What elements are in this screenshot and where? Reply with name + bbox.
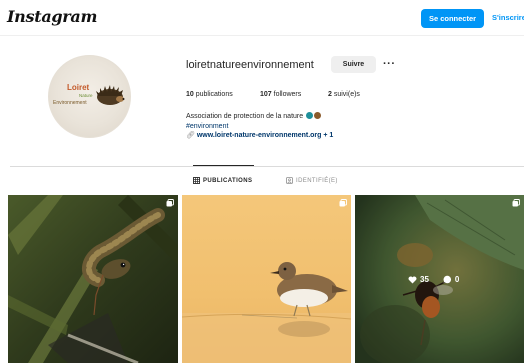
hedgehog-emoji-icon — [314, 112, 322, 119]
snake-photo — [8, 195, 178, 363]
avatar-logo-text-1: Loiret — [67, 83, 90, 92]
heart-icon — [408, 275, 417, 283]
sandpiper-photo — [182, 195, 351, 363]
bio-hashtag[interactable]: #environment — [186, 122, 333, 132]
more-options-icon[interactable]: ··· — [383, 58, 396, 70]
follow-button[interactable]: Suivre — [331, 56, 376, 73]
profile-bio: Association de protection de la nature #… — [186, 112, 333, 141]
instagram-logo[interactable]: Instagram — [7, 7, 97, 26]
link-icon: 🔗︎ — [186, 132, 195, 139]
tab-publications-label: PUBLICATIONS — [203, 177, 253, 184]
multiple-images-icon — [339, 199, 347, 207]
comment-icon — [443, 275, 451, 284]
multiple-images-icon — [512, 199, 520, 207]
bio-link[interactable]: www.loiret-nature-environnement.org — [197, 132, 322, 139]
likes-stat: 35 — [408, 275, 429, 284]
profile-avatar[interactable]: Loiret Nature Environnement — [48, 55, 131, 138]
stat-following-label: suivi(e)s — [333, 91, 360, 98]
multiple-images-icon — [166, 199, 174, 207]
active-tab-indicator — [193, 165, 254, 166]
stat-publications: 10 publications — [186, 91, 233, 98]
tab-tagged[interactable]: IDENTIFIÉ(E) — [286, 177, 338, 184]
stat-publications-label: publications — [195, 91, 233, 98]
avatar-logo-text-3: Environnement — [53, 100, 87, 106]
grid-icon — [193, 177, 200, 184]
stat-followers-count: 107 — [260, 91, 272, 98]
tab-tagged-label: IDENTIFIÉ(E) — [296, 177, 338, 184]
bio-line: Association de protection de la nature — [186, 112, 333, 122]
profile-username: loiretnatureenvironnement — [186, 59, 314, 71]
comments-stat: 0 — [443, 275, 459, 284]
tagged-user-icon — [286, 177, 293, 184]
top-bar: Instagram Se connecter S'inscrire — [0, 0, 524, 36]
login-button[interactable]: Se connecter — [421, 9, 484, 28]
post-thumbnail-sandpiper[interactable] — [182, 195, 351, 363]
earth-emoji-icon — [306, 112, 314, 119]
tab-publications[interactable]: PUBLICATIONS — [193, 177, 252, 184]
stat-following[interactable]: 2 suivi(e)s — [328, 91, 360, 98]
stat-followers[interactable]: 107 followers — [260, 91, 301, 98]
comments-count: 0 — [454, 275, 460, 284]
post-thumbnail-bee[interactable]: 35 0 — [355, 195, 524, 363]
bio-link-extra[interactable]: + 1 — [323, 132, 333, 139]
stat-following-count: 2 — [328, 91, 332, 98]
avatar-logo-text-2: Nature — [79, 93, 93, 98]
bio-link-row[interactable]: 🔗︎ www.loiret-nature-environnement.org +… — [186, 131, 333, 141]
post-engagement-stats: 35 0 — [408, 275, 459, 284]
likes-count: 35 — [420, 275, 429, 284]
tabs-divider — [10, 166, 524, 167]
hedgehog-icon — [96, 85, 125, 105]
signup-link[interactable]: S'inscrire — [492, 13, 524, 22]
post-thumbnail-snake[interactable] — [8, 195, 178, 363]
bio-text: Association de protection de la nature — [186, 113, 304, 120]
stat-publications-count: 10 — [186, 91, 194, 98]
stat-followers-label: followers — [273, 91, 302, 98]
